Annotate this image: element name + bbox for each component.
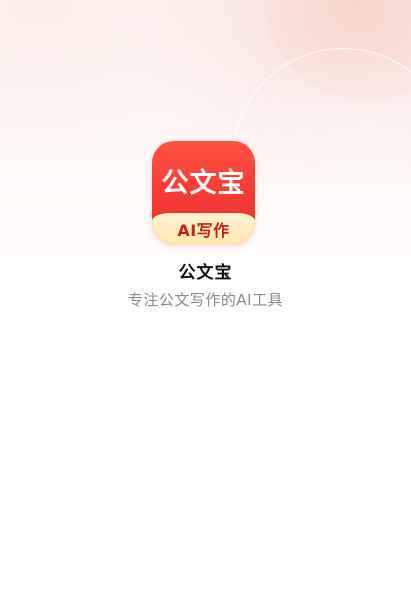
app-logo-tagline: AI写作 [177,220,230,240]
app-logo-title: 公文宝 [161,167,246,199]
app-logo-top: 公文宝 [152,141,255,211]
app-name: 公文宝 [178,263,233,283]
splash-screen: 公文宝 AI写作 公文宝 专注公文写作的AI工具 [0,0,411,600]
app-slogan: 专注公文写作的AI工具 [127,291,284,309]
app-logo-icon: 公文宝 AI写作 [152,141,255,244]
app-logo-band: AI写作 [152,213,255,244]
